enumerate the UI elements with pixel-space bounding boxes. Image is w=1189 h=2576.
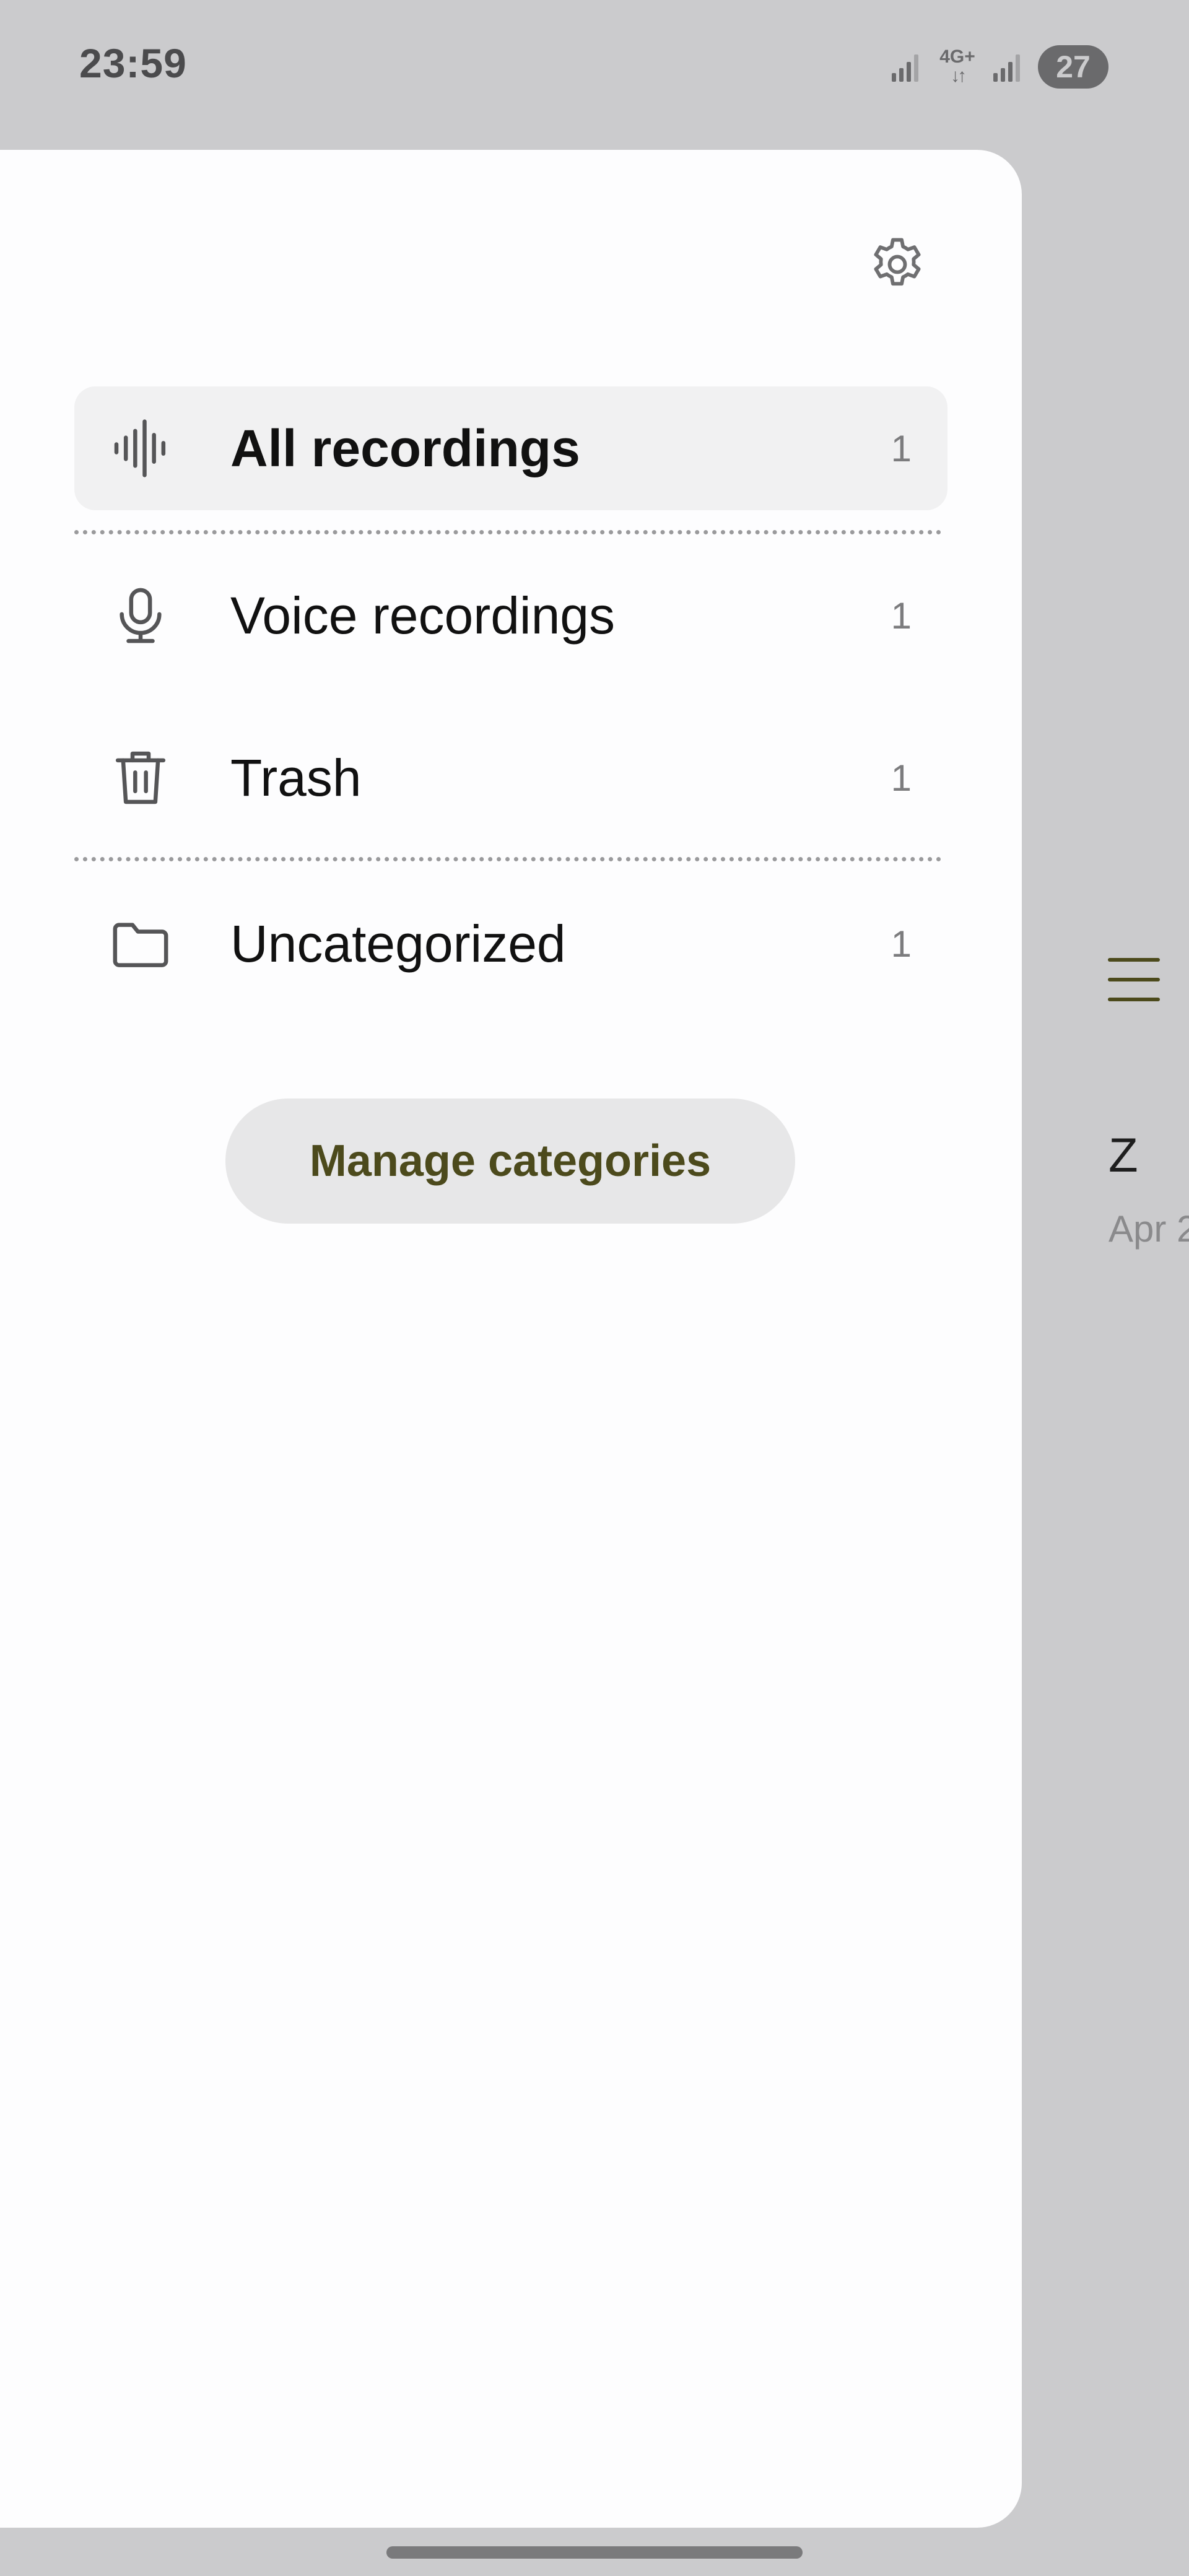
gear-icon (874, 238, 921, 286)
divider (74, 530, 941, 534)
status-time: 23:59 (79, 40, 187, 86)
settings-button[interactable] (863, 230, 931, 298)
signal-icon (892, 54, 918, 82)
trash-icon (107, 744, 175, 812)
navigation-drawer: All recordings 1 Voice recordings 1 Tras… (0, 150, 1022, 2528)
manage-categories-button[interactable]: Manage categories (225, 1099, 795, 1224)
battery-level: 27 (1056, 50, 1091, 84)
network-type-icon: 4G+ ↓↑ (936, 45, 978, 89)
folder-icon (107, 910, 175, 978)
status-icons: 4G+ ↓↑ 27 (889, 43, 1108, 90)
signal-icon (993, 54, 1020, 82)
drawer-item-count: 1 (891, 923, 912, 965)
drawer-item-voice-recordings[interactable]: Voice recordings 1 (74, 554, 947, 677)
hamburger-menu-icon[interactable] (1107, 954, 1161, 1006)
network-type-label: 4G+ (939, 46, 975, 67)
drawer-item-label: Voice recordings (230, 586, 616, 645)
drawer-item-label: Trash (230, 748, 362, 807)
network-arrows: ↓↑ (951, 66, 967, 86)
drawer-item-label: Uncategorized (230, 914, 566, 973)
battery-icon: 27 (1038, 45, 1108, 89)
microphone-icon (107, 581, 175, 650)
home-indicator[interactable] (386, 2546, 803, 2559)
drawer-item-count: 1 (891, 594, 912, 637)
drawer-item-count: 1 (891, 757, 912, 799)
drawer-item-trash[interactable]: Trash 1 (74, 716, 947, 840)
waveform-icon (107, 414, 175, 482)
divider (74, 857, 941, 861)
drawer-item-uncategorized[interactable]: Uncategorized 1 (74, 882, 947, 1006)
drawer-item-all-recordings[interactable]: All recordings 1 (74, 386, 947, 510)
recording-title[interactable]: Z (1108, 1127, 1138, 1183)
recording-date: Apr 2 (1108, 1208, 1189, 1250)
drawer-item-label: All recordings (230, 419, 580, 477)
drawer-item-count: 1 (891, 427, 912, 469)
